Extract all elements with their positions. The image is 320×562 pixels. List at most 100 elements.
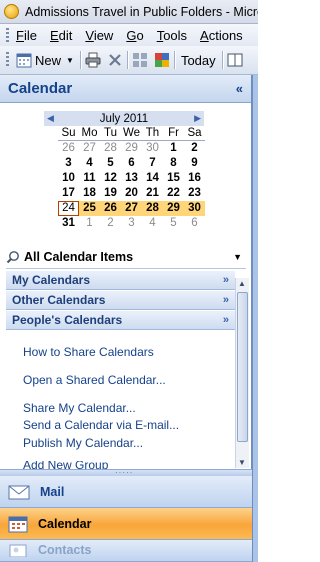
date-cell[interactable]: 26	[100, 201, 121, 216]
menu-tools[interactable]: Tools	[157, 28, 187, 43]
date-cell[interactable]: 29	[121, 141, 142, 156]
date-cell[interactable]: 27	[79, 141, 100, 156]
date-cell[interactable]: 3	[121, 216, 142, 231]
day-name-header: Mo	[79, 127, 100, 141]
date-cell[interactable]: 5	[163, 216, 184, 231]
group-my-calendars-label: My Calendars	[12, 273, 91, 287]
date-cell[interactable]: 30	[142, 141, 163, 156]
menu-edit[interactable]: Edit	[50, 28, 72, 43]
nav-button-mail[interactable]: Mail	[0, 476, 252, 508]
day-name-header: Tu	[100, 127, 121, 141]
date-cell[interactable]: 17	[58, 186, 79, 201]
group-other-calendars-label: Other Calendars	[12, 293, 106, 307]
date-cell[interactable]: 20	[121, 186, 142, 201]
new-button-label: New	[35, 52, 62, 68]
nav-button-calendar[interactable]: Calendar	[0, 508, 252, 540]
date-cell[interactable]: 6	[121, 156, 142, 171]
day-name-header: Fr	[163, 127, 184, 141]
date-cell[interactable]: 13	[121, 171, 142, 186]
next-month-icon[interactable]: ▶	[194, 113, 201, 124]
date-cell[interactable]: 18	[79, 186, 100, 201]
standard-toolbar: New ▼ Today	[0, 46, 258, 75]
outlook-app-icon	[4, 4, 19, 19]
toolbar-separator	[79, 51, 81, 69]
collapse-pane-icon[interactable]: «	[236, 81, 243, 96]
delete-icon[interactable]	[107, 52, 123, 68]
date-cell[interactable]: 7	[142, 156, 163, 171]
categorize-icon[interactable]	[154, 52, 170, 68]
date-cell[interactable]: 10	[58, 171, 79, 186]
date-cell[interactable]: 28	[142, 201, 163, 216]
nav-button-contacts[interactable]: Contacts	[0, 540, 252, 562]
toolbar-grip[interactable]	[6, 52, 9, 68]
date-cell[interactable]: 27	[121, 201, 142, 216]
expand-chevron-icon[interactable]: »	[223, 314, 229, 326]
scroll-down-icon[interactable]: ▼	[238, 458, 246, 467]
search-icon	[6, 250, 19, 263]
day-name-header: Th	[142, 127, 163, 141]
menu-file[interactable]: File	[16, 28, 37, 43]
date-cell[interactable]: 4	[142, 216, 163, 231]
link-how-to-share[interactable]: How to Share Calendars	[23, 345, 154, 359]
menu-view[interactable]: View	[85, 28, 113, 43]
day-view-icon[interactable]	[132, 52, 148, 68]
date-cell[interactable]: 6	[184, 216, 205, 231]
link-send-calendar-email[interactable]: Send a Calendar via E-mail...	[23, 418, 179, 432]
menu-actions[interactable]: Actions	[200, 28, 243, 43]
address-book-icon[interactable]	[227, 52, 243, 68]
new-dropdown-arrow-icon[interactable]: ▼	[66, 56, 74, 65]
mail-icon	[8, 485, 30, 499]
expand-chevron-icon[interactable]: »	[223, 294, 229, 306]
menu-go[interactable]: Go	[126, 28, 143, 43]
group-other-calendars[interactable]: Other Calendars »	[6, 290, 235, 310]
date-cell[interactable]: 30	[184, 201, 205, 216]
date-cell[interactable]: 31	[58, 216, 79, 231]
month-label: July 2011	[99, 112, 149, 125]
menu-grip[interactable]	[6, 28, 9, 42]
date-cell[interactable]: 5	[100, 156, 121, 171]
scroll-thumb[interactable]	[237, 292, 248, 442]
group-my-calendars[interactable]: My Calendars »	[6, 270, 235, 290]
date-cell[interactable]: 9	[184, 156, 205, 171]
date-cell[interactable]: 28	[100, 141, 121, 156]
date-cell[interactable]: 19	[100, 186, 121, 201]
date-cell[interactable]: 22	[163, 186, 184, 201]
pane-splitter[interactable]: ·····	[0, 469, 252, 477]
date-cell[interactable]: 1	[79, 216, 100, 231]
previous-month-icon[interactable]: ◀	[47, 113, 54, 124]
new-button[interactable]: New ▼	[14, 49, 76, 71]
date-cell[interactable]: 29	[163, 201, 184, 216]
date-cell[interactable]: 11	[79, 171, 100, 186]
date-cell[interactable]: 14	[142, 171, 163, 186]
date-cell[interactable]: 2	[184, 141, 205, 156]
calendar-view-selector[interactable]: All Calendar Items ▼	[6, 245, 246, 269]
date-cell[interactable]: 1	[163, 141, 184, 156]
date-cell[interactable]: 2	[100, 216, 121, 231]
date-cell[interactable]: 4	[79, 156, 100, 171]
view-dropdown-arrow-icon[interactable]: ▼	[233, 252, 242, 262]
scroll-up-icon[interactable]: ▲	[238, 279, 246, 288]
date-cell[interactable]: 23	[184, 186, 205, 201]
date-cell[interactable]: 26	[58, 141, 79, 156]
date-cell[interactable]: 8	[163, 156, 184, 171]
expand-chevron-icon[interactable]: »	[223, 274, 229, 286]
link-open-shared-calendar[interactable]: Open a Shared Calendar...	[23, 373, 166, 387]
date-cell[interactable]: 3	[58, 156, 79, 171]
group-peoples-calendars-label: People's Calendars	[12, 313, 123, 327]
today-button[interactable]: Today	[179, 49, 218, 71]
date-cell[interactable]: 15	[163, 171, 184, 186]
link-share-my-calendar[interactable]: Share My Calendar...	[23, 401, 136, 415]
group-peoples-calendars[interactable]: People's Calendars »	[6, 310, 235, 330]
date-cell[interactable]: 12	[100, 171, 121, 186]
nav-button-contacts-label: Contacts	[38, 543, 92, 557]
pane-border	[252, 75, 258, 562]
calendar-icon	[8, 516, 28, 532]
link-publish-calendar[interactable]: Publish My Calendar...	[23, 436, 143, 450]
menu-bar: File Edit View Go Tools Actions	[0, 24, 258, 46]
vertical-scrollbar[interactable]: ▲ ▼	[235, 278, 249, 468]
today-date-cell[interactable]: 24	[58, 201, 79, 216]
print-icon[interactable]	[85, 52, 101, 68]
date-cell[interactable]: 25	[79, 201, 100, 216]
date-cell[interactable]: 21	[142, 186, 163, 201]
date-cell[interactable]: 16	[184, 171, 205, 186]
